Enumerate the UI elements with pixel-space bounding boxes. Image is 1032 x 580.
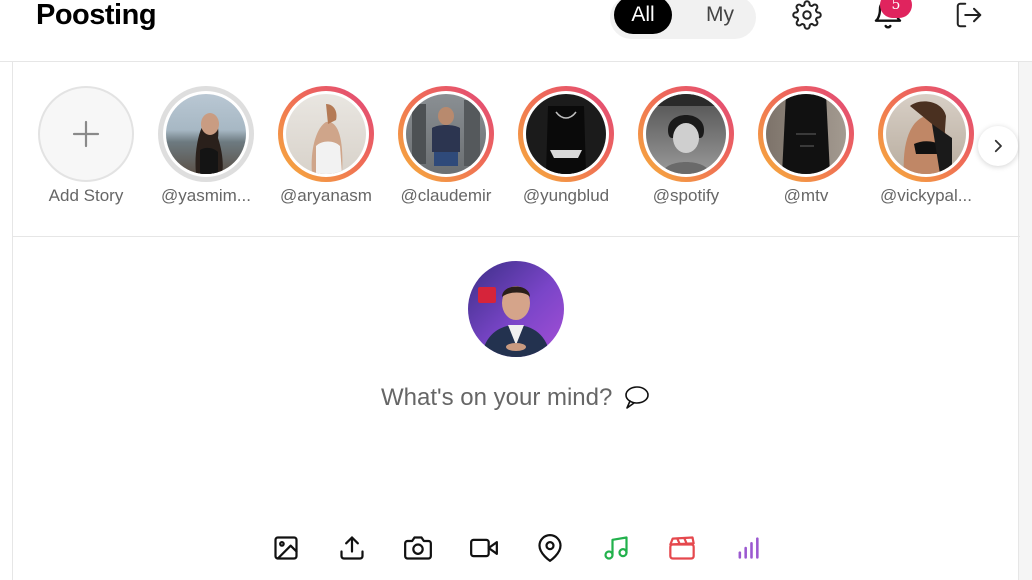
add-story[interactable]: Add Story [31,86,141,206]
composer-prompt-text: What's on your mind? [381,384,613,411]
thought-bubble-icon [625,386,650,409]
avatar[interactable] [468,261,564,357]
story-ring [278,86,374,182]
avatar [286,94,366,174]
whats-on-your-mind-input[interactable]: What's on your mind? [381,384,650,412]
story-item[interactable]: @claudemir [391,86,501,206]
poll-icon[interactable] [733,533,763,563]
story-ring [638,86,734,182]
feed-toggle-all[interactable]: All [614,0,672,34]
app-logo[interactable]: Poosting [36,0,157,32]
story-handle: @spotify [652,186,720,205]
stories-next-button[interactable] [978,126,1018,166]
story-ring [398,86,494,182]
stories-bar: Add Story @yasmim... @aryanasm @claudemi… [13,62,1020,237]
story-item[interactable]: @yungblud [511,86,621,206]
avatar [766,94,846,174]
story-handle: @yasmim... [161,186,251,205]
story-item[interactable]: @aryanasm [271,86,381,206]
story-handle: @aryanasm [280,186,372,205]
story-item[interactable]: @yasmim... [151,86,261,206]
avatar [406,94,486,174]
story-item[interactable]: @mtv [751,86,861,206]
add-story-button[interactable] [38,86,134,182]
notification-badge: 5 [880,0,912,18]
story-ring [518,86,614,182]
story-ring [878,86,974,182]
story-handle: @mtv [783,186,829,205]
top-bar: Poosting All My 5 [0,0,1032,62]
story-handle: @vickypal... [880,186,972,205]
add-story-label: Add Story [48,186,124,205]
avatar [886,94,966,174]
avatar [646,94,726,174]
story-ring [158,86,254,182]
video-icon[interactable] [469,533,499,563]
logout-icon[interactable] [954,0,984,30]
gear-icon[interactable] [792,0,822,30]
story-item[interactable]: @spotify [631,86,741,206]
upload-icon[interactable] [337,533,367,563]
post-composer: What's on your mind? [13,238,1020,580]
feed-toggle-my[interactable]: My [690,0,750,34]
story-item[interactable]: @vickypal... [871,86,981,206]
avatar [526,94,606,174]
chevron-right-icon [994,139,1002,153]
story-handle: @yungblud [522,186,610,205]
feed-toggle: All My [610,0,756,39]
music-icon[interactable] [601,533,631,563]
location-icon[interactable] [535,533,565,563]
story-ring [758,86,854,182]
story-handle: @claudemir [400,186,492,205]
plus-icon [72,120,100,148]
scrollbar-track[interactable] [1019,62,1032,580]
image-icon[interactable] [271,533,301,563]
avatar [166,94,246,174]
clapperboard-icon[interactable] [667,533,697,563]
feed-card: Add Story @yasmim... @aryanasm @claudemi… [12,62,1020,580]
camera-icon[interactable] [403,533,433,563]
